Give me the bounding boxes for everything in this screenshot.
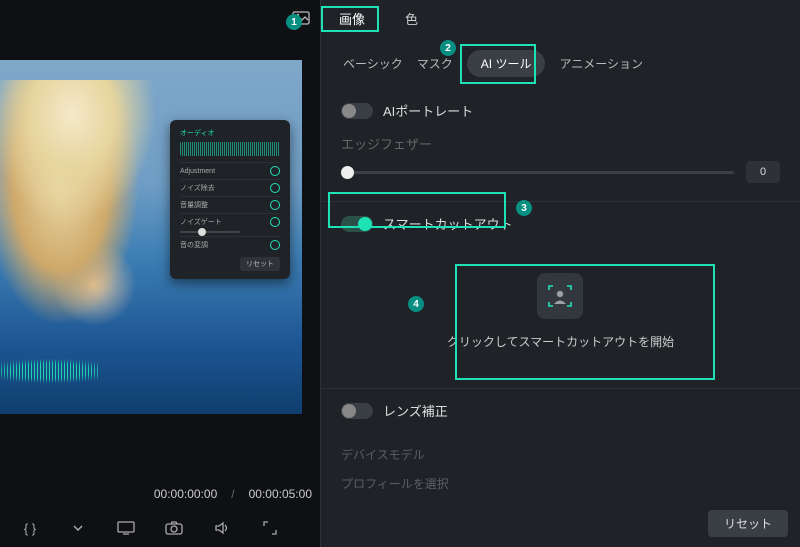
smart-cutout-toggle[interactable]	[341, 216, 373, 232]
properties-panel: 画像 色 ベーシック マスク AI ツール アニメーション AIポートレート エ…	[320, 0, 800, 547]
subtab-basic[interactable]: ベーシック	[343, 55, 403, 72]
float-reset-button[interactable]: リセット	[240, 257, 280, 271]
video-preview[interactable]: オーディオ Adjustment ノイズ除去 音量調整 ノイズゲート 音の変調 …	[0, 60, 302, 414]
subtab-ai-tools[interactable]: AI ツール	[467, 50, 546, 77]
smart-cutout-start-button[interactable]: クリックしてスマートカットアウトを開始	[447, 273, 674, 350]
speaker-icon[interactable]	[212, 519, 232, 537]
audio-adjust-panel: オーディオ Adjustment ノイズ除去 音量調整 ノイズゲート 音の変調 …	[170, 120, 290, 279]
marker-2: 2	[440, 40, 456, 56]
preview-toolbar: { }	[0, 519, 320, 537]
subtab-animation[interactable]: アニメーション	[559, 55, 643, 72]
camera-icon[interactable]	[164, 519, 184, 537]
device-model-label: デバイスモデル	[341, 440, 780, 469]
reset-button[interactable]: リセット	[708, 510, 788, 537]
profile-select-label: プロフィールを選択	[341, 469, 780, 498]
edge-feather-value: 0	[746, 161, 780, 183]
lens-correction-label: レンズ補正	[383, 401, 448, 420]
monitor-icon[interactable]	[116, 519, 136, 537]
smart-cutout-label: スマートカットアウト	[383, 214, 513, 233]
waveform-mini	[180, 142, 280, 156]
ai-portrait-label: AIポートレート	[383, 101, 473, 120]
timecode-display: 00:00:00:00 / 00:00:05:00	[0, 487, 320, 501]
marker-1: 1	[286, 14, 302, 30]
marker-3: 3	[516, 200, 532, 216]
smart-cutout-prompt: クリックしてスマートカットアウトを開始	[447, 333, 674, 350]
person-crop-icon	[537, 273, 583, 319]
chevron-down-icon[interactable]	[68, 519, 88, 537]
audio-waveform	[0, 356, 100, 386]
lens-correction-toggle[interactable]	[341, 403, 373, 419]
ai-portrait-toggle[interactable]	[341, 103, 373, 119]
timecode-duration: 00:00:05:00	[249, 487, 312, 501]
marker-4: 4	[408, 296, 424, 312]
tab-image[interactable]: 画像	[339, 9, 365, 28]
braces-icon[interactable]: { }	[20, 519, 40, 537]
edge-feather-label: エッジフェザー	[341, 134, 432, 153]
edge-feather-slider[interactable]	[341, 171, 734, 174]
expand-icon[interactable]	[260, 519, 280, 537]
preview-panel: オーディオ Adjustment ノイズ除去 音量調整 ノイズゲート 音の変調 …	[0, 0, 320, 547]
subtab-mask[interactable]: マスク	[417, 55, 453, 72]
tab-color[interactable]: 色	[405, 9, 418, 28]
timecode-current: 00:00:00:00	[154, 487, 217, 501]
